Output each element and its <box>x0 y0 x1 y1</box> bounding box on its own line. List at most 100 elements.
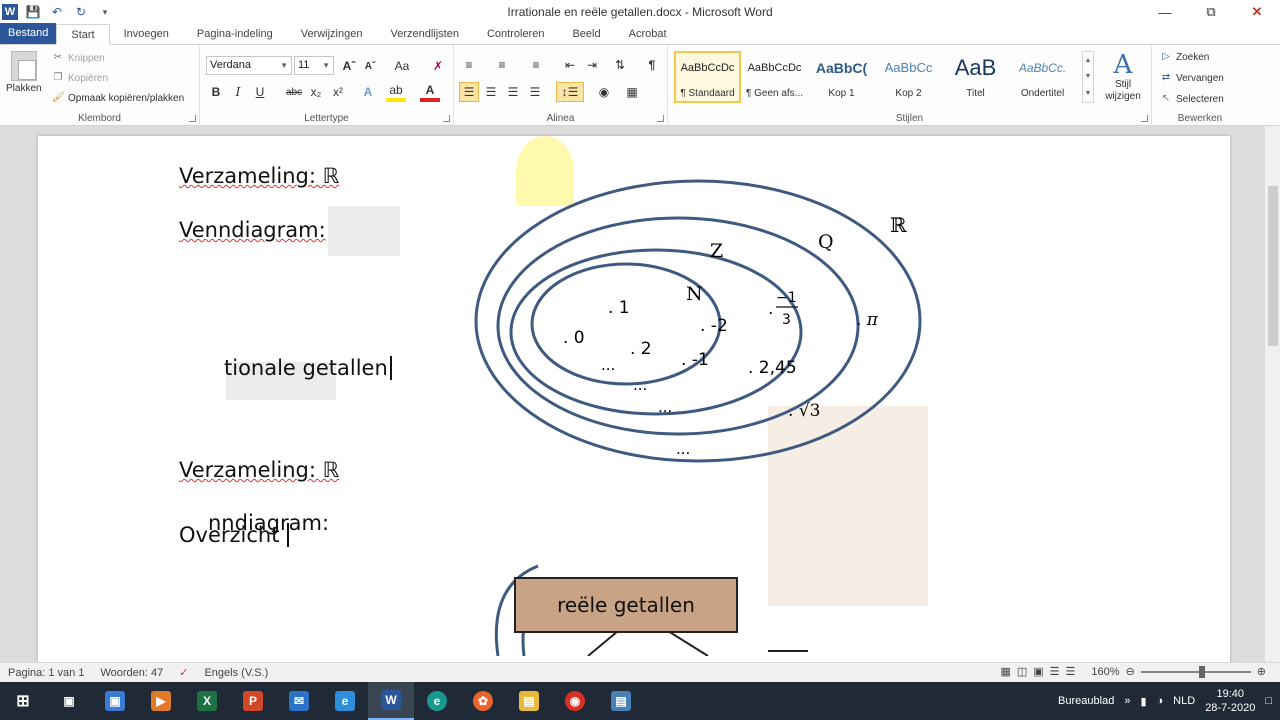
store-icon[interactable]: ▣ <box>92 682 138 720</box>
justify-button[interactable]: ☰ <box>525 82 545 102</box>
internet-explorer-icon[interactable]: e <box>322 682 368 720</box>
select-button[interactable]: ↖ Selecteren <box>1160 93 1224 105</box>
customize-qat-icon[interactable]: ▾ <box>96 3 114 21</box>
copy-button[interactable]: ❐ Kopiëren <box>52 72 109 84</box>
tab-bestand[interactable]: Bestand <box>0 23 57 44</box>
style-titel[interactable]: AaB Titel <box>942 51 1009 103</box>
restore-button[interactable]: ⧉ <box>1188 0 1234 24</box>
replace-button[interactable]: ⇄ Vervangen <box>1160 72 1224 84</box>
mail-icon[interactable]: ✉ <box>276 682 322 720</box>
edge-icon[interactable]: e <box>414 682 460 720</box>
align-right-button[interactable]: ☰ <box>503 82 523 102</box>
vertical-scrollbar[interactable] <box>1264 126 1280 662</box>
font-launcher-icon[interactable] <box>443 115 450 122</box>
text-effects-icon[interactable]: A <box>358 82 378 102</box>
tab-verwijzingen[interactable]: Verwijzingen <box>287 24 377 44</box>
excel-icon[interactable]: X <box>184 682 230 720</box>
grow-font-button[interactable]: Aˆ <box>339 56 359 76</box>
scroll-up-icon[interactable]: ▲ <box>1085 57 1092 64</box>
close-button[interactable]: ✕ <box>1234 0 1280 24</box>
print-layout-icon[interactable]: ▦ <box>1000 665 1010 678</box>
minimize-button[interactable]: — <box>1142 0 1188 24</box>
strikethrough-button[interactable]: abc <box>284 82 304 102</box>
file-explorer-icon[interactable]: ▤ <box>506 682 552 720</box>
start-icon[interactable]: ⊞ <box>0 682 46 720</box>
input-language[interactable]: NLD <box>1173 695 1195 707</box>
redo-icon[interactable]: ↻ <box>72 3 90 21</box>
cut-button[interactable]: ✂ Knippen <box>52 52 105 64</box>
style-geen-afstand[interactable]: AaBbCcDc ¶ Geen afs... <box>741 51 808 103</box>
style-ondertitel[interactable]: AaBbCc. Ondertitel <box>1009 51 1076 103</box>
scrollbar-thumb[interactable] <box>1268 186 1278 346</box>
sort-icon[interactable]: ⇅ <box>610 55 630 75</box>
clipboard-launcher-icon[interactable] <box>189 115 196 122</box>
styles-scroll[interactable]: ▲ ▼ ▼ <box>1082 51 1094 103</box>
underline-button[interactable]: U <box>250 82 270 102</box>
shrink-font-button[interactable]: Aˇ <box>360 56 380 76</box>
zoom-level[interactable]: 160% <box>1091 666 1119 678</box>
borders-icon[interactable]: ▦ <box>622 82 642 102</box>
font-family-dropdown[interactable]: Verdana ▼ <box>206 56 292 75</box>
align-center-button[interactable]: ☰ <box>481 82 501 102</box>
multilevel-icon[interactable]: ≡ <box>526 55 546 75</box>
bullets-icon[interactable]: ≡ <box>459 55 479 75</box>
subscript-button[interactable]: x₂ <box>306 82 326 102</box>
increase-indent-icon[interactable]: ⇥ <box>582 55 602 75</box>
outline-icon[interactable]: ☰ <box>1050 665 1060 678</box>
document-page[interactable]: Verzameling: ℝ Venndiagram: tionale geta… <box>38 136 1230 662</box>
zoom-slider-knob[interactable] <box>1198 665 1205 678</box>
highlight-icon[interactable]: ab <box>386 82 406 102</box>
proofing-icon[interactable]: ✓ <box>171 666 196 679</box>
italic-button[interactable]: I <box>228 82 248 102</box>
zoom-in-icon[interactable]: ⊕ <box>1257 665 1266 678</box>
battery-icon[interactable]: ▮ <box>1140 695 1146 708</box>
numbering-icon[interactable]: ≡ <box>492 55 512 75</box>
undo-icon[interactable]: ↶ <box>48 3 66 21</box>
line-spacing-button[interactable]: ↕☰ <box>556 82 584 102</box>
styles-launcher-icon[interactable] <box>1141 115 1148 122</box>
powerpoint-icon[interactable]: P <box>230 682 276 720</box>
notifications-icon[interactable]: □ <box>1265 695 1272 707</box>
scroll-down-icon[interactable]: ▼ <box>1085 73 1092 80</box>
superscript-button[interactable]: x² <box>328 82 348 102</box>
change-case-button[interactable]: Aa <box>392 56 412 76</box>
decrease-indent-icon[interactable]: ⇤ <box>560 55 580 75</box>
style-kop-2[interactable]: AaBbCc Kop 2 <box>875 51 942 103</box>
tab-beeld[interactable]: Beeld <box>558 24 614 44</box>
find-button[interactable]: ▷ Zoeken <box>1160 51 1209 63</box>
language-indicator[interactable]: Engels (V.S.) <box>196 667 276 679</box>
shading-icon[interactable]: ◉ <box>594 82 614 102</box>
reading-layout-icon[interactable]: ◫ <box>1017 665 1027 678</box>
zoom-slider[interactable] <box>1140 665 1251 678</box>
paragraph-launcher-icon[interactable] <box>657 115 664 122</box>
firefox-icon[interactable]: ✿ <box>460 682 506 720</box>
pilcrow-icon[interactable]: ¶ <box>642 55 662 75</box>
bold-button[interactable]: B <box>206 82 226 102</box>
clear-format-icon[interactable]: ✗ <box>428 56 448 76</box>
media-player-icon[interactable]: ▶ <box>138 682 184 720</box>
save-icon[interactable]: 💾 <box>24 3 42 21</box>
tab-verzendlijsten[interactable]: Verzendlijsten <box>376 24 473 44</box>
clock[interactable]: 19:40 28-7-2020 <box>1205 687 1255 715</box>
tab-acrobat[interactable]: Acrobat <box>615 24 681 44</box>
more-styles-icon[interactable]: ▼ <box>1085 90 1092 97</box>
change-styles-button[interactable]: A Stijl wijzigen <box>1098 51 1148 103</box>
tab-invoegen[interactable]: Invoegen <box>110 24 183 44</box>
tray-chevron-icon[interactable]: » <box>1124 695 1130 707</box>
zoom-out-icon[interactable]: ⊖ <box>1126 665 1135 678</box>
font-color-icon[interactable]: A <box>420 82 440 102</box>
paste-button[interactable]: Plakken <box>6 51 42 94</box>
chrome-icon[interactable]: ◉ <box>552 682 598 720</box>
web-layout-icon[interactable]: ▣ <box>1033 665 1043 678</box>
tab-pagina-indeling[interactable]: Pagina-indeling <box>183 24 287 44</box>
style-standaard[interactable]: AaBbCcDc ¶ Standaard <box>674 51 741 103</box>
align-left-button[interactable]: ☰ <box>459 82 479 102</box>
word-count[interactable]: Woorden: 47 <box>92 667 171 679</box>
format-painter-button[interactable]: 🖌 Opmaak kopiëren/plakken <box>52 92 184 104</box>
word-taskbar-icon[interactable]: W <box>368 682 414 720</box>
task-view-icon[interactable]: ▣ <box>46 682 92 720</box>
page-count[interactable]: Pagina: 1 van 1 <box>0 667 92 679</box>
draft-icon[interactable]: ☰ <box>1066 665 1076 678</box>
style-kop-1[interactable]: AaBbC( Kop 1 <box>808 51 875 103</box>
tab-controleren[interactable]: Controleren <box>473 24 558 44</box>
